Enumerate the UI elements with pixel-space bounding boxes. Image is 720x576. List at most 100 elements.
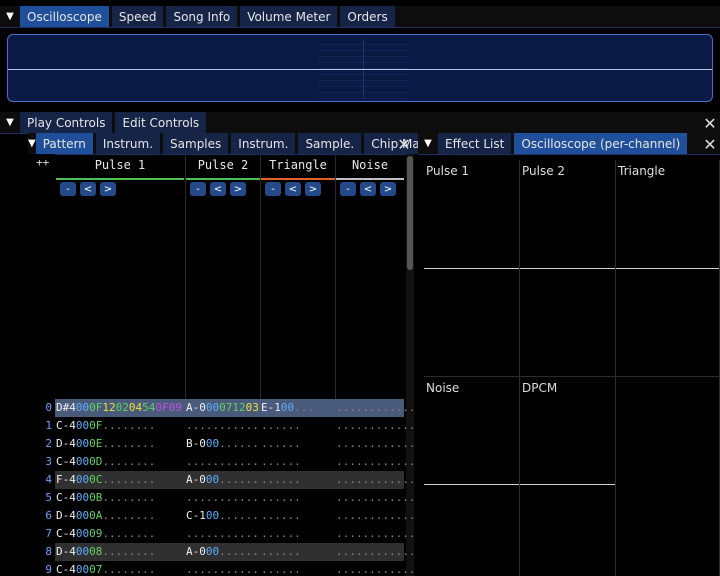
pattern-cell[interactable]: C-40009........ (56, 525, 155, 543)
collapse-button[interactable]: - (265, 182, 281, 196)
pattern-cell[interactable]: ............ (336, 561, 415, 576)
close-icon[interactable]: ✕ (700, 133, 720, 155)
collapse-button[interactable]: - (60, 182, 76, 196)
tab-top-3[interactable]: Volume Meter (240, 6, 338, 27)
pattern-cell[interactable]: ............ (336, 417, 415, 435)
close-icon[interactable]: ✕ (700, 112, 720, 134)
pattern-cell[interactable]: D-4000E........ (56, 435, 155, 453)
pattern-cell[interactable]: A-000071203 (186, 399, 259, 417)
pattern-value: 00 (75, 455, 90, 468)
next-button[interactable]: > (230, 182, 246, 196)
pattern-cell[interactable]: ...... (261, 507, 301, 525)
pattern-cell[interactable]: ............ (336, 399, 415, 417)
collapse-button[interactable]: - (340, 182, 356, 196)
tab-top-1[interactable]: Speed (111, 6, 164, 27)
pattern-row[interactable]: D#4000F120204540F09 A-000071203 E-100.....… (55, 399, 415, 417)
pattern-cell[interactable]: ........... (186, 417, 259, 435)
channel-buttons: - < > (340, 182, 396, 196)
pattern-row[interactable]: F-4000C........ A-000....................… (55, 471, 415, 489)
close-icon[interactable]: ✕ (394, 133, 414, 155)
pattern-cell[interactable]: C-100...... (186, 507, 259, 525)
channel-color-bar (261, 178, 335, 180)
pattern-cell[interactable]: ...... (261, 543, 301, 561)
pattern-cell[interactable]: ........... (186, 453, 259, 471)
pattern-row[interactable]: D-4000E........ B-000....................… (55, 435, 415, 453)
pattern-cell[interactable]: ............ (336, 435, 415, 453)
pattern-cell[interactable]: C-4000F........ (56, 417, 155, 435)
pattern-row[interactable]: C-4000D.................................… (55, 453, 415, 471)
menu-triangle-icon[interactable]: ▼ (418, 133, 438, 154)
pattern-cell[interactable]: C-4000B........ (56, 489, 155, 507)
collapse-button[interactable]: - (190, 182, 206, 196)
pattern-cell[interactable]: ............ (336, 525, 415, 543)
prev-button[interactable]: < (360, 182, 376, 196)
tab-right-0[interactable]: Effect List (438, 133, 512, 154)
pattern-cell[interactable]: A-000...... (186, 471, 259, 489)
pattern-row[interactable]: C-4000F.................................… (55, 417, 415, 435)
pattern-cell[interactable]: ............ (336, 453, 415, 471)
pattern-cell[interactable]: ............ (336, 543, 415, 561)
pattern-value: C-1 (186, 509, 206, 522)
pattern-value: ...... (219, 509, 259, 522)
pattern-cell[interactable]: F-4000C........ (56, 471, 155, 489)
pattern-cell[interactable]: E-100... (261, 399, 314, 417)
scrollbar-thumb[interactable] (407, 156, 413, 270)
menu-triangle-icon[interactable]: ▼ (0, 112, 20, 133)
pattern-cell[interactable]: ............ (336, 471, 415, 489)
pattern-row[interactable]: D-4000A........ C-100....................… (55, 507, 415, 525)
pattern-cell[interactable]: A-000...... (186, 543, 259, 561)
tab-control-0[interactable]: Play Controls (20, 112, 113, 133)
channel-name: Triangle (269, 158, 327, 172)
tab-pattern-4[interactable]: Sample. (298, 133, 362, 154)
channel-osc-label: Pulse 1 (426, 164, 470, 178)
prev-button[interactable]: < (210, 182, 226, 196)
next-button[interactable]: > (305, 182, 321, 196)
pattern-cell[interactable]: C-4000D........ (56, 453, 155, 471)
pattern-cell[interactable]: ........... (186, 561, 259, 576)
pattern-row[interactable]: D-40008........ A-000....................… (55, 543, 415, 561)
pattern-cell[interactable]: ........... (186, 489, 259, 507)
pattern-value: F-4 (56, 473, 76, 486)
prev-button[interactable]: < (80, 182, 96, 196)
channel-osc-cell: Triangle (616, 160, 720, 377)
expand-columns-button[interactable]: ++ (36, 156, 49, 169)
pattern-cell[interactable]: ...... (261, 453, 301, 471)
pattern-cell[interactable]: ............ (336, 489, 415, 507)
channel-header[interactable]: Triangle (261, 154, 335, 180)
pattern-cell[interactable]: D-4000A........ (56, 507, 155, 525)
channel-header[interactable]: Pulse 1 (56, 154, 184, 180)
tab-top-2[interactable]: Song Info (166, 6, 238, 27)
tab-pattern-1[interactable]: Instrum. (95, 133, 161, 154)
pattern-cell[interactable]: D#4000F120204540F09 (56, 399, 182, 417)
tab-top-4[interactable]: Orders (340, 6, 395, 27)
pattern-cell[interactable]: ...... (261, 489, 301, 507)
pattern-cell[interactable]: ...... (261, 561, 301, 576)
channel-header[interactable]: Pulse 2 (186, 154, 260, 180)
pattern-cell[interactable]: D-40008........ (56, 543, 155, 561)
next-button[interactable]: > (100, 182, 116, 196)
pattern-cell[interactable]: ............ (336, 507, 415, 525)
pattern-cell[interactable]: B-000...... (186, 435, 259, 453)
tab-top-0[interactable]: Oscilloscope (20, 6, 109, 27)
prev-button[interactable]: < (285, 182, 301, 196)
channel-header[interactable]: Noise (336, 154, 404, 180)
pattern-cell[interactable]: ...... (261, 435, 301, 453)
menu-triangle-icon[interactable]: ▼ (0, 6, 20, 27)
tab-pattern-0[interactable]: Pattern (35, 133, 93, 154)
pattern-value: ............ (336, 473, 416, 486)
menu-triangle-icon[interactable]: ▼ (28, 133, 36, 154)
pattern-cell[interactable]: ...... (261, 525, 301, 543)
pattern-cell[interactable]: ........... (186, 525, 259, 543)
pattern-value: D-4 (56, 545, 76, 558)
pattern-row[interactable]: C-40007.................................… (55, 561, 415, 576)
tab-pattern-2[interactable]: Samples (163, 133, 229, 154)
tab-right-1[interactable]: Oscilloscope (per-channel) (514, 133, 688, 154)
next-button[interactable]: > (380, 182, 396, 196)
pattern-cell[interactable]: ...... (261, 471, 301, 489)
pattern-cell[interactable]: ...... (261, 417, 301, 435)
pattern-row[interactable]: C-4000B.................................… (55, 489, 415, 507)
pattern-cell[interactable]: C-40007........ (56, 561, 155, 576)
tab-control-1[interactable]: Edit Controls (115, 112, 207, 133)
tab-pattern-3[interactable]: Instrum. (231, 133, 296, 154)
pattern-row[interactable]: C-40009.................................… (55, 525, 415, 543)
